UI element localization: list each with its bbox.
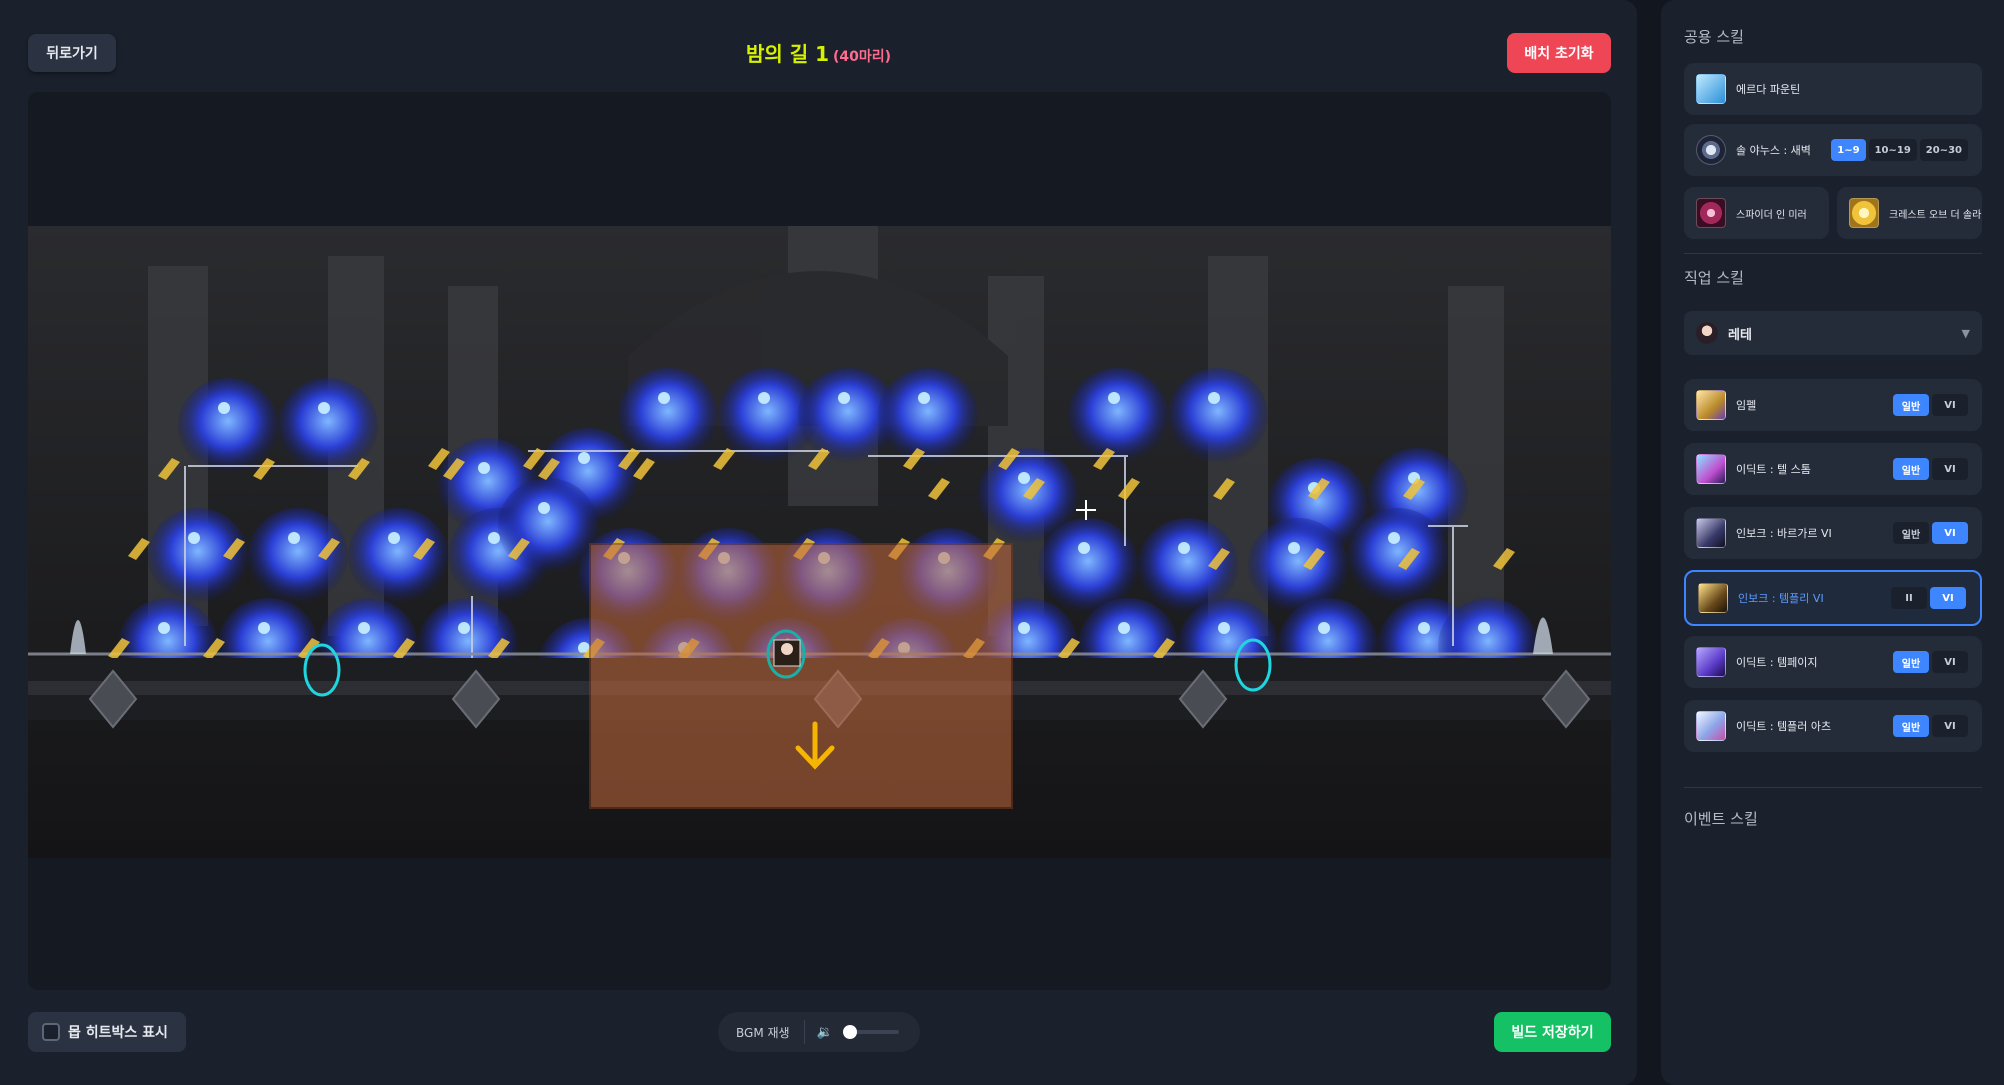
job-select[interactable]: 레테 ▼ [1684,311,1982,355]
mob-sprite [878,368,978,464]
mode-option-normal[interactable]: 일반 [1893,522,1929,544]
mode-option-vi[interactable]: VI [1932,522,1968,544]
job-select-value: 레테 [1728,327,1752,343]
save-build-button[interactable]: 빌드 저장하기 [1494,1012,1611,1052]
tempage-icon [1696,647,1726,677]
mode-option-normal[interactable]: 일반 [1893,715,1929,737]
tel-storm-mode-selector[interactable]: 일반 VI [1893,458,1968,480]
job-skills-title: 직업 스킬 [1684,269,1744,287]
impel-icon [1696,390,1726,420]
invoke-templi-icon [1698,583,1728,613]
skill-label: 에르다 파운틴 [1736,83,1801,96]
templi-mode-selector[interactable]: II VI [1891,587,1966,609]
volume-knob[interactable] [842,1025,857,1039]
mob-sprite [1068,368,1168,464]
bgm-control: BGM 재생 🔉 [718,1012,920,1052]
volume-slider[interactable] [842,1025,899,1039]
mode-option-normal[interactable]: 일반 [1893,458,1929,480]
skill-label: 인보크 : 템플리 VI [1738,592,1824,605]
invoke-vargar-icon [1696,518,1726,548]
skill-crest-of-the-solar[interactable]: 크레스트 오브 더 솔라 [1837,187,1982,239]
impel-mode-selector[interactable]: 일반 VI [1893,394,1968,416]
mode-option-vi[interactable]: VI [1930,587,1966,609]
skill-edict-tel-storm[interactable]: 이딕트 : 텔 스톰 일반 VI [1684,443,1982,495]
mode-option-vi[interactable]: VI [1932,394,1968,416]
skill-invoke-templi-vi[interactable]: 인보크 : 템플리 VI II VI [1684,570,1982,626]
mode-option-normal[interactable]: 일반 [1893,651,1929,673]
reset-placement-button[interactable]: 배치 초기화 [1507,33,1611,73]
skill-label: 이딕트 : 템플러 아츠 [1736,720,1832,733]
mob-sprite [1168,368,1268,464]
spider-in-mirror-icon [1696,198,1726,228]
mode-option-normal[interactable]: 일반 [1893,394,1929,416]
skill-label: 임펠 [1736,399,1757,412]
event-skills-title: 이벤트 스킬 [1684,810,1758,828]
mob-hitbox-toggle[interactable]: 몹 히트박스 표시 [28,1012,186,1052]
mode-option-vi[interactable]: VI [1932,715,1968,737]
skill-spider-in-mirror[interactable]: 스파이더 인 미러 [1684,187,1829,239]
level-option-1-9[interactable]: 1~9 [1831,139,1866,161]
game-view[interactable] [28,92,1611,990]
tel-storm-icon [1696,454,1726,484]
skill-range-selection[interactable] [589,543,1013,809]
mode-option-ii[interactable]: II [1891,587,1927,609]
level-option-10-19[interactable]: 10~19 [1868,139,1917,161]
page-title: 밤의 길 1 (40마리) [0,38,1637,67]
skill-label: 스파이더 인 미러 [1736,209,1807,221]
skill-invoke-vargar-vi[interactable]: 인보크 : 바르가르 VI 일반 VI [1684,507,1982,559]
job-avatar-icon [1696,322,1718,344]
map-scene[interactable] [28,226,1611,858]
common-skills-title: 공용 스킬 [1684,28,1744,46]
mob-count: (40마리) [833,49,892,65]
skill-impel[interactable]: 임펠 일반 VI [1684,379,1982,431]
mob-sprite [348,508,448,604]
player-character-icon[interactable] [773,639,801,667]
mob-sprite [498,478,598,574]
sol-janus-level-selector[interactable]: 1~9 10~19 20~30 [1831,139,1968,161]
bgm-divider [803,1020,805,1044]
skill-label: 크레스트 오브 더 솔라 [1889,209,1982,221]
chevron-down-icon: ▼ [1961,326,1970,340]
skill-edict-tempage[interactable]: 이딕트 : 템페이지 일반 VI [1684,636,1982,688]
tempage-mode-selector[interactable]: 일반 VI [1893,651,1968,673]
mob-sprite [1348,508,1448,604]
erda-fountain-icon [1696,74,1726,104]
skill-label: 솔 야누스 : 새벽 [1736,144,1811,157]
skill-erda-fountain[interactable]: 에르다 파운틴 [1684,63,1982,115]
skill-label: 인보크 : 바르가르 VI [1736,527,1832,540]
mob-sprite [248,508,348,604]
mode-option-vi[interactable]: VI [1932,651,1968,673]
skill-label: 이딕트 : 텔 스톰 [1736,463,1811,476]
templar-arts-icon [1696,711,1726,741]
skill-sol-janus[interactable]: 솔 야누스 : 새벽 1~9 10~19 20~30 [1684,124,1982,176]
skill-edict-templar-arts[interactable]: 이딕트 : 템플러 아츠 일반 VI [1684,700,1982,752]
bgm-label: BGM 재생 [736,1025,790,1040]
templar-arts-mode-selector[interactable]: 일반 VI [1893,715,1968,737]
hitbox-checkbox[interactable] [42,1023,60,1041]
hitbox-label: 몹 히트박스 표시 [68,1025,168,1041]
map-title: 밤의 길 1 [745,42,829,66]
sol-janus-icon [1696,135,1726,165]
vargar-mode-selector[interactable]: 일반 VI [1893,522,1968,544]
section-divider [1684,253,1982,254]
level-option-20-30[interactable]: 20~30 [1919,139,1968,161]
mob-sprite [178,378,278,474]
crest-of-the-solar-icon [1849,198,1879,228]
section-divider [1684,787,1982,788]
skill-label: 이딕트 : 템페이지 [1736,656,1818,669]
mode-option-vi[interactable]: VI [1932,458,1968,480]
volume-icon[interactable]: 🔉 [817,1025,833,1040]
